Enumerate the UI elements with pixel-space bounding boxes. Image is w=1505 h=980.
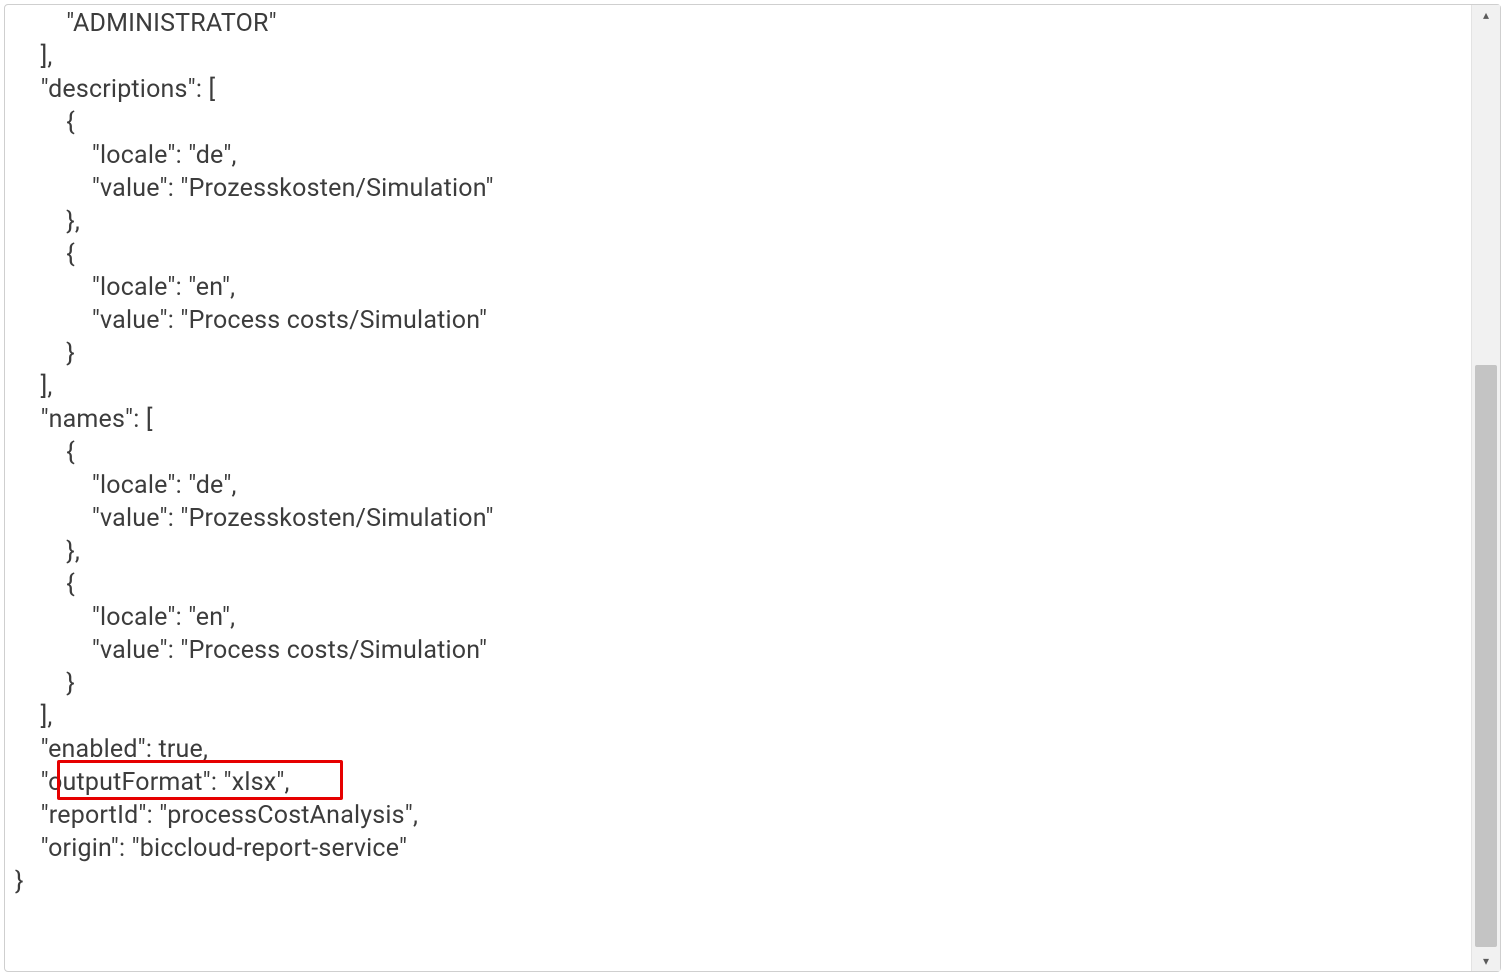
code-line: "value": "Process costs/Simulation": [15, 304, 1472, 337]
code-line: "locale": "de",: [15, 469, 1472, 502]
code-line: }: [15, 667, 1472, 700]
code-line: },: [15, 205, 1472, 238]
code-line: "names": [: [15, 403, 1472, 436]
code-line: "locale": "en",: [15, 601, 1472, 634]
code-line: },: [15, 535, 1472, 568]
code-line: "value": "Prozesskosten/Simulation": [15, 172, 1472, 205]
code-line: ],: [15, 370, 1472, 403]
code-line: "value": "Process costs/Simulation": [15, 634, 1472, 667]
code-line: {: [15, 568, 1472, 601]
code-line: {: [15, 436, 1472, 469]
code-line: "origin": "biccloud-report-service": [15, 832, 1472, 865]
json-code-block: "ADMINISTRATOR" ], "descriptions": [ { "…: [5, 7, 1472, 898]
code-line: }: [15, 865, 1472, 898]
code-line: "outputFormat": "xlsx",: [15, 766, 1472, 799]
code-line: {: [15, 238, 1472, 271]
code-viewport: "ADMINISTRATOR" ], "descriptions": [ { "…: [5, 5, 1472, 971]
code-line: "ADMINISTRATOR": [15, 7, 1472, 40]
scroll-up-glyph: ▴: [1483, 8, 1489, 22]
scroll-down-glyph: ▾: [1483, 954, 1489, 968]
code-line: ],: [15, 700, 1472, 733]
code-line: "enabled": true,: [15, 733, 1472, 766]
vertical-scrollbar[interactable]: ▴ ▾: [1471, 5, 1500, 971]
code-line: }: [15, 337, 1472, 370]
code-line: "reportId": "processCostAnalysis",: [15, 799, 1472, 832]
code-line: "locale": "de",: [15, 139, 1472, 172]
code-line: "value": "Prozesskosten/Simulation": [15, 502, 1472, 535]
code-line: "locale": "en",: [15, 271, 1472, 304]
code-line: "descriptions": [: [15, 73, 1472, 106]
code-panel: "ADMINISTRATOR" ], "descriptions": [ { "…: [4, 4, 1501, 972]
scroll-up-arrow-icon[interactable]: ▴: [1472, 5, 1500, 25]
code-line: ],: [15, 40, 1472, 73]
scroll-down-arrow-icon[interactable]: ▾: [1472, 951, 1500, 971]
scrollbar-thumb[interactable]: [1475, 365, 1497, 947]
code-line: {: [15, 106, 1472, 139]
